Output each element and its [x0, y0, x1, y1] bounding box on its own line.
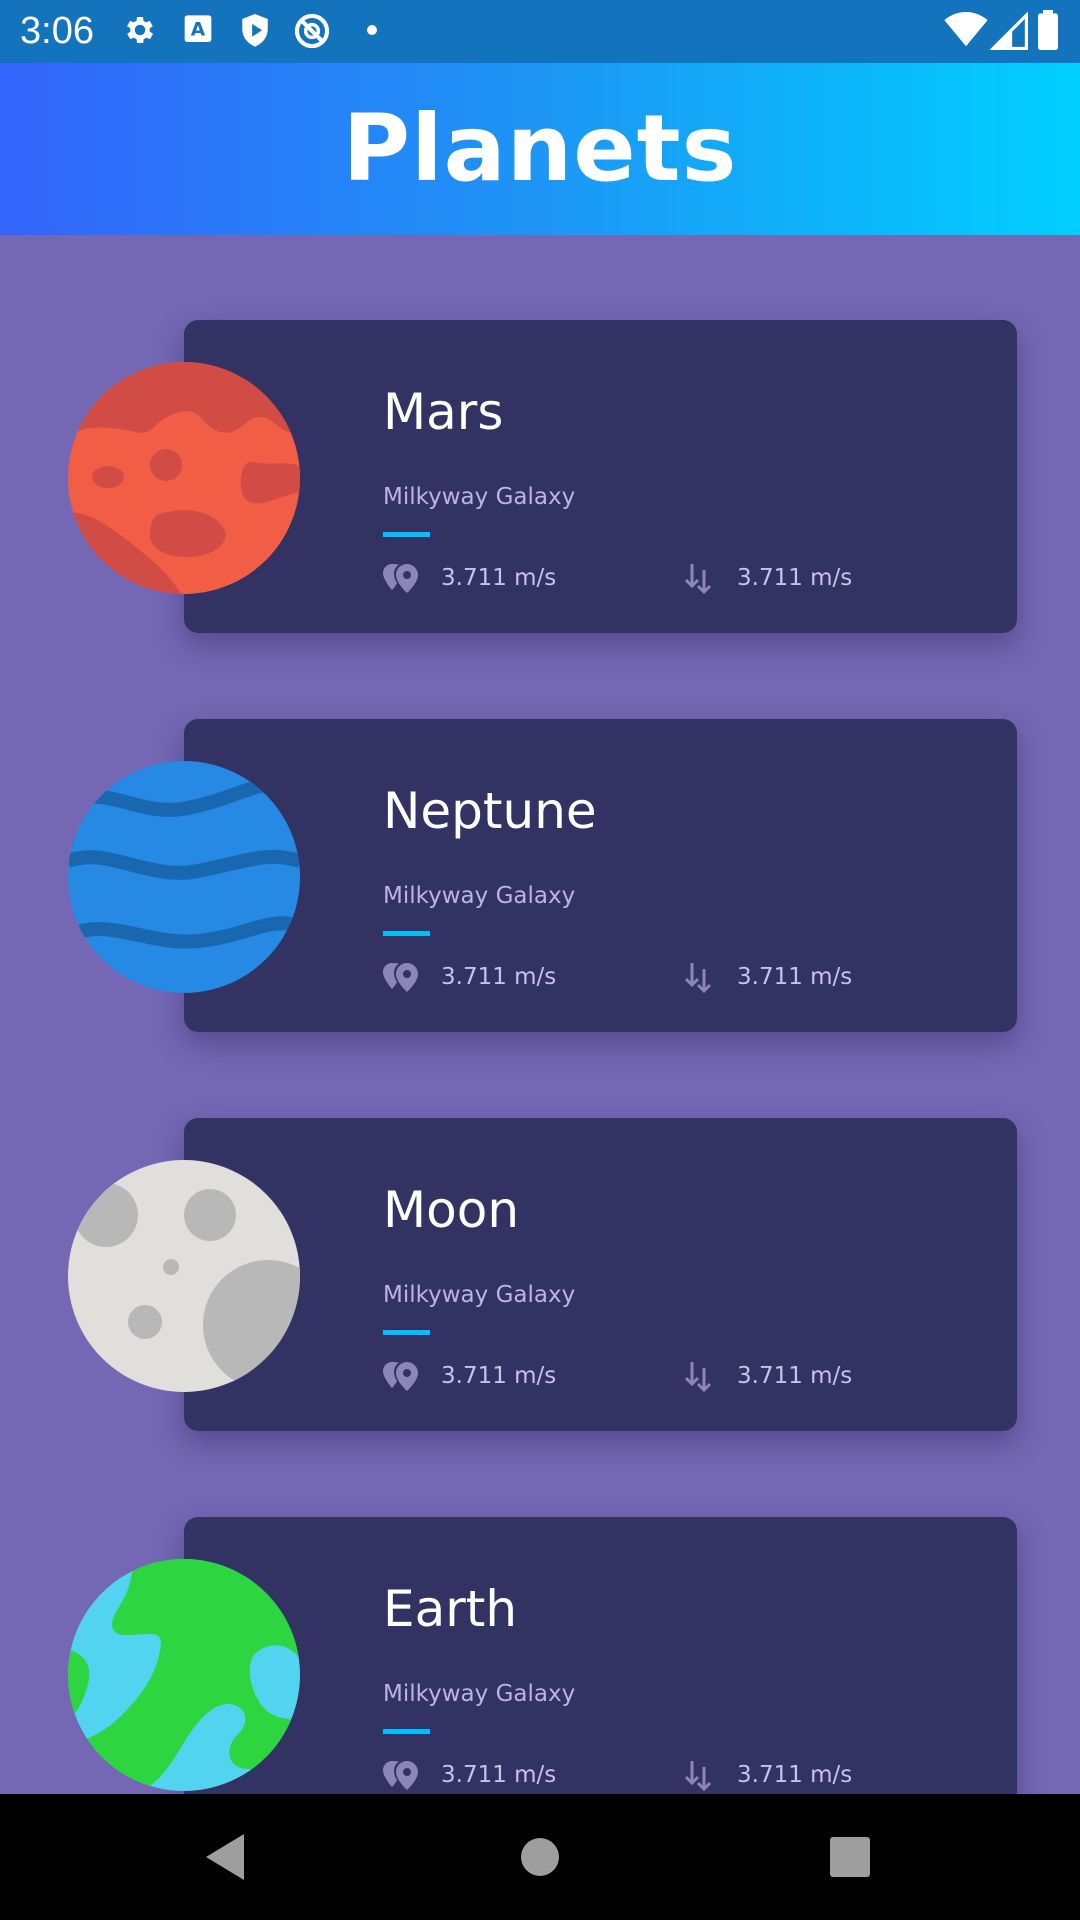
signal-icon	[990, 12, 1028, 50]
no-disturb-icon	[294, 13, 330, 49]
gravity-arrows-icon	[684, 963, 712, 993]
list-item[interactable]: Earth Milkyway Galaxy 3.711 m/s 3.711 m/…	[0, 1432, 1080, 1794]
location-pin-icon	[383, 963, 418, 992]
planet-card[interactable]	[184, 320, 1017, 633]
list-item[interactable]: Neptune Milkyway Galaxy 3.711 m/s 3.711 …	[0, 634, 1080, 1034]
gravity-value: 3.711 m/s	[737, 565, 853, 591]
earth-icon	[68, 1559, 300, 1791]
gravity-arrows-icon	[684, 1362, 712, 1392]
gravity-arrows-icon	[684, 1761, 712, 1791]
play-shield-icon	[242, 14, 268, 47]
navigation-bar	[0, 1794, 1080, 1920]
divider	[383, 931, 430, 936]
planet-galaxy: Milkyway Galaxy	[383, 484, 576, 510]
gravity-value: 3.711 m/s	[737, 964, 853, 990]
divider	[383, 1330, 430, 1335]
distance-value: 3.711 m/s	[441, 964, 557, 990]
status-time: 3:06	[20, 10, 94, 52]
planet-name: Mars	[383, 383, 504, 441]
list-item[interactable]: Moon Milkyway Galaxy 3.711 m/s 3.711 m/s	[0, 1033, 1080, 1433]
planet-card[interactable]	[184, 1118, 1017, 1431]
neptune-icon	[68, 761, 300, 993]
distance-value: 3.711 m/s	[441, 1363, 557, 1389]
recents-icon[interactable]	[819, 1826, 881, 1888]
battery-icon	[1038, 10, 1058, 50]
planet-name: Earth	[383, 1580, 518, 1638]
planet-galaxy: Milkyway Galaxy	[383, 1282, 576, 1308]
wifi-icon	[944, 12, 988, 47]
list-item[interactable]: Mars Milkyway Galaxy 3.711 m/s 3.711 m/s	[0, 235, 1080, 635]
planet-galaxy: Milkyway Galaxy	[383, 1681, 576, 1707]
divider	[383, 1729, 430, 1734]
distance-value: 3.711 m/s	[441, 565, 557, 591]
distance-value: 3.711 m/s	[441, 1762, 557, 1788]
planet-card[interactable]	[184, 719, 1017, 1032]
home-icon[interactable]	[509, 1826, 571, 1888]
mars-icon	[68, 362, 300, 594]
dot-icon	[367, 25, 377, 35]
planet-card[interactable]	[184, 1517, 1017, 1794]
location-pin-icon	[383, 1362, 418, 1391]
gravity-value: 3.711 m/s	[737, 1363, 853, 1389]
gear-icon	[127, 16, 154, 44]
planet-list[interactable]: Mars Milkyway Galaxy 3.711 m/s 3.711 m/s…	[0, 235, 1080, 1794]
page-title: Planets	[342, 95, 738, 202]
planet-name: Moon	[383, 1181, 520, 1239]
text-a-icon: A	[184, 15, 212, 43]
back-icon[interactable]	[196, 1826, 258, 1888]
status-bar: 3:06 A	[0, 0, 1080, 63]
gravity-value: 3.711 m/s	[737, 1762, 853, 1788]
planet-name: Neptune	[383, 782, 597, 840]
planet-galaxy: Milkyway Galaxy	[383, 883, 576, 909]
svg-text:A: A	[191, 19, 206, 40]
moon-icon	[68, 1160, 300, 1392]
location-pin-icon	[383, 1761, 418, 1790]
gravity-arrows-icon	[684, 564, 712, 594]
app-bar: Planets	[0, 63, 1080, 235]
location-pin-icon	[383, 564, 418, 593]
divider	[383, 532, 430, 537]
